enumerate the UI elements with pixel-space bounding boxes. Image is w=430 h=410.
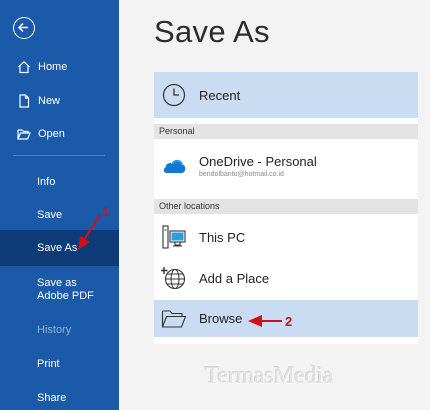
sidebar-item-info[interactable]: Info <box>0 175 119 189</box>
annotation-number-1: 1 <box>102 204 110 219</box>
sidebar-item-label: Home <box>38 60 68 73</box>
globe-add-icon <box>161 265 187 291</box>
sidebar-item-label: Share <box>37 391 67 404</box>
sidebar-item-share[interactable]: Share <box>0 391 119 405</box>
location-this-pc[interactable]: This PC <box>154 218 418 256</box>
sidebar-item-save-as[interactable]: Save As <box>0 230 119 266</box>
locations-panel: Recent Personal OneDrive - Personal bend… <box>154 72 418 344</box>
sidebar-item-label: Save as Adobe PDF <box>37 277 94 302</box>
sidebar-item-label: Save As <box>37 241 78 254</box>
page-title: Save As <box>154 14 270 49</box>
computer-icon <box>161 224 187 250</box>
sidebar-divider <box>13 155 105 156</box>
sidebar-item-home[interactable]: Home <box>0 59 119 75</box>
sidebar-item-label: New <box>38 94 61 107</box>
sidebar-item-open[interactable]: Open <box>0 126 119 142</box>
sidebar-item-label: Print <box>37 357 60 370</box>
onedrive-text: OneDrive - Personal bendolbantu@hotmail.… <box>199 154 317 178</box>
home-icon <box>17 60 31 74</box>
sidebar-item-save-as-pdf[interactable]: Save as Adobe PDF <box>0 277 119 305</box>
open-folder-icon <box>17 127 31 141</box>
sidebar-item-history: History <box>0 323 119 337</box>
save-as-pane: Save As Recent Personal OneDrive - Perso… <box>119 0 430 410</box>
location-label: Browse <box>199 311 243 326</box>
sidebar-item-label: Info <box>37 175 56 188</box>
back-button[interactable] <box>13 17 35 39</box>
location-recent[interactable]: Recent <box>154 72 418 118</box>
location-onedrive[interactable]: OneDrive - Personal bendolbantu@hotmail.… <box>154 147 418 185</box>
clock-icon <box>161 82 187 108</box>
section-header-personal: Personal <box>154 124 418 139</box>
sidebar-item-label: Open <box>38 127 65 140</box>
watermark: TermasMedia <box>205 363 334 389</box>
location-label: Recent <box>199 87 241 103</box>
sidebar-item-label: Save <box>37 208 63 221</box>
onedrive-cloud-icon <box>161 153 187 179</box>
location-add-a-place[interactable]: Add a Place <box>154 259 418 297</box>
account-email: bendolbantu@hotmail.co.id <box>199 171 284 178</box>
location-label: Add a Place <box>199 270 270 286</box>
location-label: This PC <box>199 229 246 245</box>
folder-icon <box>161 306 187 332</box>
sidebar-item-print[interactable]: Print <box>0 357 119 371</box>
section-header-other-locations: Other locations <box>154 199 418 214</box>
new-document-icon <box>17 94 31 108</box>
location-label: OneDrive - Personal <box>199 154 317 169</box>
sidebar-item-new[interactable]: New <box>0 93 119 109</box>
sidebar-item-label: History <box>37 323 72 336</box>
arrow-left-icon <box>17 22 28 33</box>
annotation-number-2: 2 <box>285 314 293 329</box>
